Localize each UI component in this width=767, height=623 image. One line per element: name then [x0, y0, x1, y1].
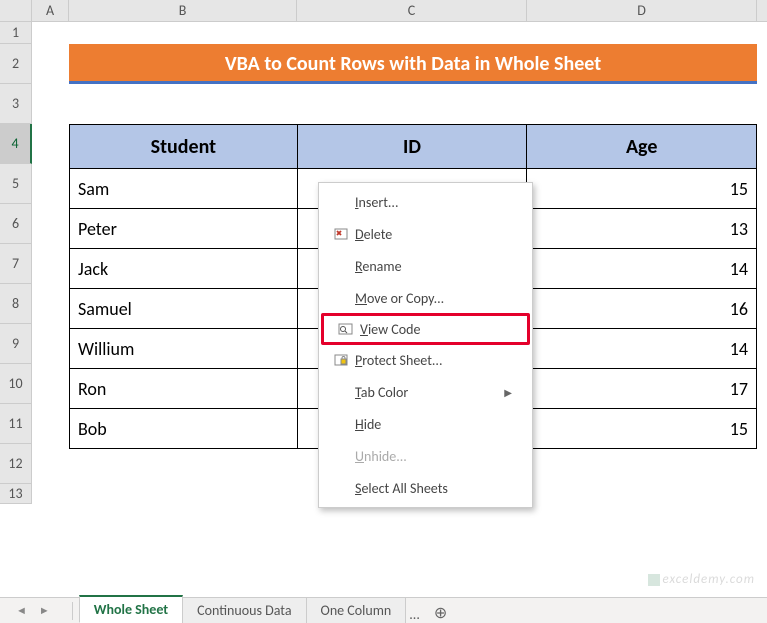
cell-student[interactable]: Samuel	[70, 289, 298, 329]
menu-tab-color[interactable]: Tab Color ▶	[319, 376, 532, 408]
select-all-corner[interactable]	[0, 0, 32, 21]
tab-more[interactable]: ...	[405, 606, 424, 623]
tab-nav-next[interactable]: ►	[33, 604, 56, 617]
column-header-a[interactable]: A	[32, 0, 69, 21]
cell-student[interactable]: Peter	[70, 209, 298, 249]
table-header-row: Student ID Age	[70, 125, 757, 169]
cell-age[interactable]: 14	[527, 329, 757, 369]
menu-move-copy[interactable]: Move or Copy...	[319, 282, 532, 314]
column-headers: A B C D	[0, 0, 767, 22]
tab-continuous-data[interactable]: Continuous Data	[182, 597, 306, 623]
row-header-6[interactable]: 6	[0, 204, 32, 244]
row-header-2[interactable]: 2	[0, 44, 32, 84]
cell-student[interactable]: Sam	[70, 169, 298, 209]
blank-icon	[327, 192, 355, 212]
row-header-5[interactable]: 5	[0, 164, 32, 204]
row-header-11[interactable]: 11	[0, 404, 32, 444]
menu-rename[interactable]: Rename	[319, 250, 532, 282]
cell-age[interactable]: 15	[527, 409, 757, 449]
cell-student[interactable]: Bob	[70, 409, 298, 449]
tab-one-column[interactable]: One Column	[306, 597, 407, 623]
delete-icon	[327, 224, 355, 244]
chevron-right-icon: ▶	[504, 386, 512, 399]
header-age: Age	[527, 125, 757, 169]
menu-select-all-sheets[interactable]: Select All Sheets	[319, 472, 532, 504]
menu-view-code[interactable]: View Code	[321, 313, 530, 345]
row-header-3[interactable]: 3	[0, 84, 32, 124]
sheet-tab-bar: ◄ ► Whole Sheet Continuous Data One Colu…	[0, 597, 767, 623]
tab-nav-buttons: ◄ ►	[0, 604, 66, 617]
menu-hide[interactable]: Hide	[319, 408, 532, 440]
add-sheet-button[interactable]: ⊕	[424, 603, 457, 623]
blank-icon	[327, 288, 355, 308]
tab-whole-sheet[interactable]: Whole Sheet	[79, 595, 183, 623]
cell-age[interactable]: 17	[527, 369, 757, 409]
row-header-4[interactable]: 4	[0, 124, 32, 164]
row-header-9[interactable]: 9	[0, 324, 32, 364]
row-headers: 1 2 3 4 5 6 7 8 9 10 11 12 13	[0, 22, 32, 504]
blank-icon	[327, 414, 355, 434]
blank-icon	[327, 256, 355, 276]
watermark: exceldemy.com	[648, 572, 755, 587]
menu-insert[interactable]: Insert...	[319, 186, 532, 218]
sheet-context-menu: Insert... Delete Rename Move or Copy... …	[318, 182, 533, 508]
row-header-8[interactable]: 8	[0, 284, 32, 324]
title-banner: VBA to Count Rows with Data in Whole She…	[69, 44, 757, 84]
column-header-d[interactable]: D	[527, 0, 757, 21]
row-header-13[interactable]: 13	[0, 484, 32, 504]
row-header-10[interactable]: 10	[0, 364, 32, 404]
menu-delete[interactable]: Delete	[319, 218, 532, 250]
column-header-c[interactable]: C	[297, 0, 527, 21]
menu-unhide: Unhide...	[319, 440, 532, 472]
blank-icon	[327, 382, 355, 402]
blank-icon	[327, 478, 355, 498]
column-header-b[interactable]: B	[69, 0, 297, 21]
tab-nav-prev[interactable]: ◄	[10, 604, 33, 617]
cell-age[interactable]: 16	[527, 289, 757, 329]
row-header-1[interactable]: 1	[0, 22, 32, 44]
watermark-icon	[648, 574, 660, 586]
protect-icon	[327, 350, 355, 370]
cell-student[interactable]: Willium	[70, 329, 298, 369]
cell-age[interactable]: 13	[527, 209, 757, 249]
sheet-tabs: Whole Sheet Continuous Data One Column .…	[79, 598, 458, 623]
blank-icon	[327, 446, 355, 466]
cell-age[interactable]: 15	[527, 169, 757, 209]
row-header-7[interactable]: 7	[0, 244, 32, 284]
cell-student[interactable]: Jack	[70, 249, 298, 289]
menu-protect-sheet[interactable]: Protect Sheet...	[319, 344, 532, 376]
view-code-icon	[332, 319, 360, 339]
row-header-12[interactable]: 12	[0, 444, 32, 484]
cell-age[interactable]: 14	[527, 249, 757, 289]
cell-student[interactable]: Ron	[70, 369, 298, 409]
header-student: Student	[70, 125, 298, 169]
header-id: ID	[297, 125, 527, 169]
